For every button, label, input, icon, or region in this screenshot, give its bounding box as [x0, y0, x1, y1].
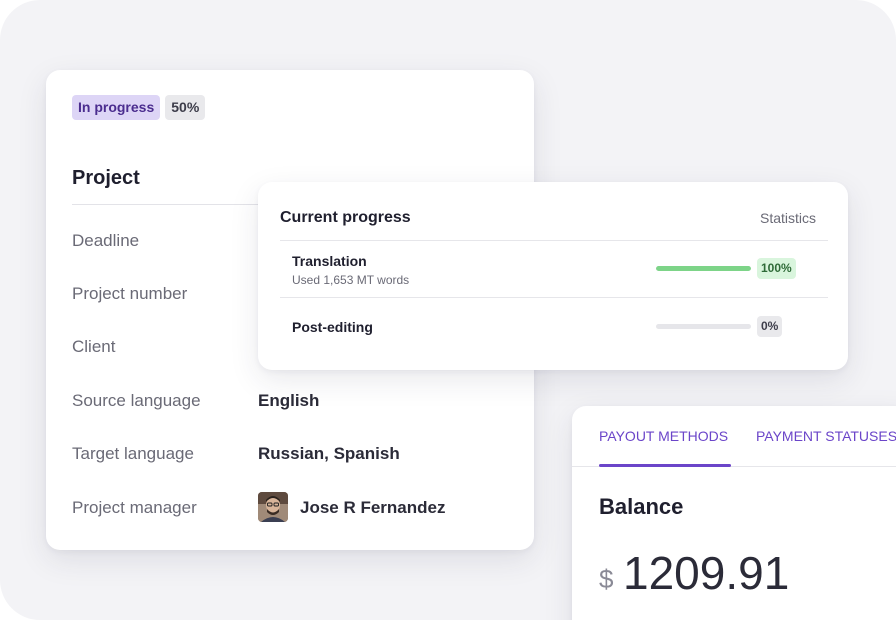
source-language-label: Source language [72, 391, 201, 410]
target-language-label: Target language [72, 444, 194, 463]
post-editing-progress-bar [656, 324, 751, 329]
person-avatar-icon [258, 492, 288, 522]
avatar[interactable] [258, 492, 288, 522]
deadline-label: Deadline [72, 231, 140, 250]
project-manager-value: Jose R Fernandez [300, 498, 446, 517]
client-label: Client [72, 337, 116, 356]
translation-progress-bar [656, 266, 751, 271]
tab-payout-methods[interactable]: PAYOUT METHODS [599, 428, 728, 444]
translation-subtitle: Used 1,653 MT words [292, 273, 410, 287]
divider [280, 240, 828, 241]
translation-progress-fill [656, 266, 751, 271]
project-manager-label: Project manager [72, 498, 197, 517]
tab-bar: PAYOUT METHODS PAYMENT STATUSES [572, 406, 896, 467]
balance-amount: 1209.91 [623, 547, 790, 599]
translation-title: Translation [292, 253, 367, 269]
balance-card: PAYOUT METHODS PAYMENT STATUSES Balance … [572, 406, 896, 620]
source-language-value: English [258, 391, 320, 410]
percent-badge: 50% [165, 95, 206, 120]
tab-payment-statuses[interactable]: PAYMENT STATUSES [756, 428, 896, 444]
divider [280, 297, 828, 298]
progress-card: Current progress Statistics Translation … [258, 182, 848, 370]
target-language-value: Russian, Spanish [258, 444, 400, 463]
status-badge: In progress [72, 95, 161, 120]
statistics-link[interactable]: Statistics [760, 210, 816, 226]
post-editing-title: Post-editing [292, 319, 373, 335]
translation-percent: 100% [757, 258, 796, 279]
project-number-label: Project number [72, 284, 188, 303]
active-tab-indicator [599, 464, 731, 467]
project-title: Project [72, 167, 140, 189]
post-editing-percent: 0% [757, 316, 783, 337]
badge-group: In progress 50% [72, 95, 206, 120]
currency-symbol: $ [599, 564, 614, 594]
progress-title: Current progress [280, 209, 411, 226]
balance-title: Balance [599, 494, 684, 519]
